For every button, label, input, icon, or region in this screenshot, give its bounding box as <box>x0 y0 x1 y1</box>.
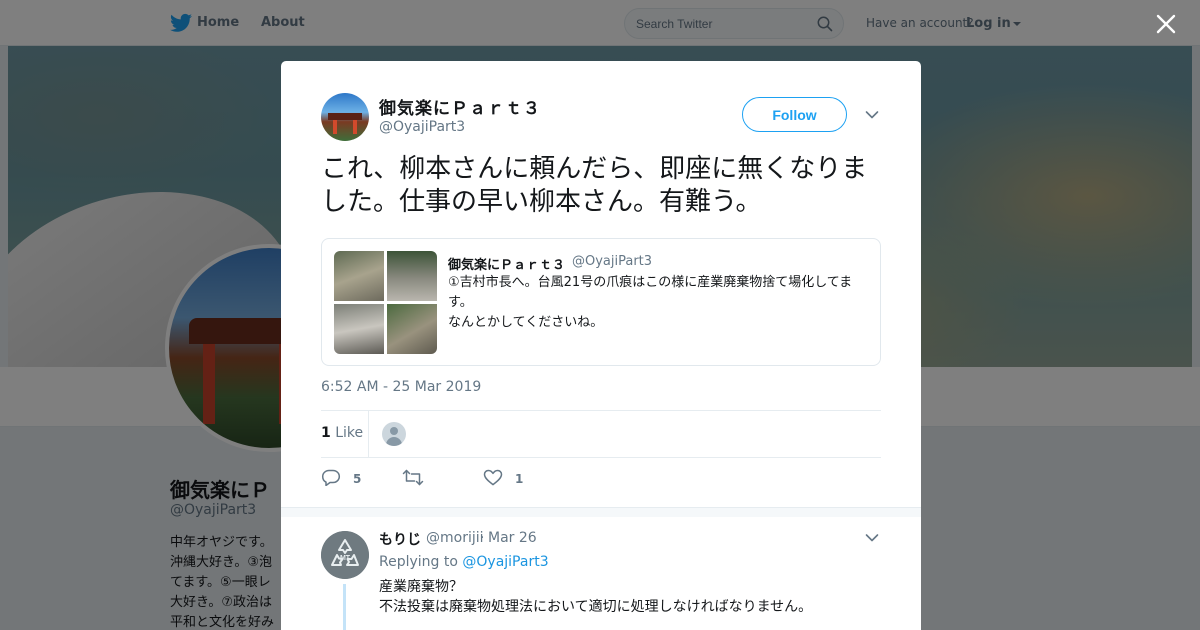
quote-photo[interactable] <box>387 304 437 354</box>
like-label: Like <box>335 425 364 441</box>
quoted-tweet[interactable]: 御気楽にＰａｒｔ３ @OyajiPart3 ①吉村市長へ。台風21号の爪痕はこの… <box>321 238 881 366</box>
quote-text: ①吉村市長へ。台風21号の爪痕はこの様に産業廃棄物捨て場化してます。 なんとかし… <box>448 273 868 333</box>
retweet-icon <box>402 469 424 486</box>
like-action-count: 1 <box>515 472 524 486</box>
reply-separator-dot: · <box>480 530 485 546</box>
reply-count: 5 <box>353 472 362 486</box>
reply-text-line: 産業廃棄物？ <box>379 579 463 595</box>
default-avatar-body <box>386 437 402 446</box>
chevron-down-icon[interactable] <box>865 533 879 543</box>
reply-author-handle[interactable]: @morijii <box>426 530 484 546</box>
quote-text-line: ①吉村市長へ。台風21号の爪痕はこの様に産業廃棄物捨て場化してます。 <box>448 275 853 310</box>
tweet-text: これ、柳本さんに頼んだら、即座に無くなりました。仕事の早い柳本さん。有難う。 <box>321 154 868 217</box>
default-avatar-head <box>390 427 398 435</box>
reply-date[interactable]: Mar 26 <box>488 530 537 546</box>
retweet-action[interactable] <box>402 467 452 487</box>
quote-media-grid[interactable] <box>334 251 437 354</box>
quote-author-name: 御気楽にＰａｒｔ３ <box>448 258 566 273</box>
replying-to-link[interactable]: @OyajiPart3 <box>462 554 548 570</box>
reply-text: 産業廃棄物？ 不法投棄は廃棄物処理法において適切に処理しなければなりません。 <box>379 577 879 617</box>
svg-text:MT: MT <box>340 555 351 562</box>
follow-button[interactable]: Follow <box>742 97 847 132</box>
replies-separator <box>281 507 921 517</box>
tweet-stats: 1 Like <box>321 410 881 458</box>
like-stat[interactable]: 1 Like <box>321 425 363 441</box>
quote-text-line: なんとかしてくださいね。 <box>448 315 604 330</box>
tweet-actions: 5 1 <box>321 467 621 491</box>
reply-author-name[interactable]: もりじ <box>379 529 421 549</box>
avatar-gate-pillar <box>353 120 357 134</box>
quote-photo[interactable] <box>387 251 437 301</box>
close-icon[interactable] <box>1155 13 1177 35</box>
liker-avatar[interactable] <box>382 422 406 446</box>
tweet-timestamp[interactable]: 6:52 AM - 25 Mar 2019 <box>321 379 481 395</box>
recycle-avatar-icon[interactable]: MT <box>321 531 369 579</box>
quote-photo[interactable] <box>334 251 384 301</box>
author-handle[interactable]: @OyajiPart3 <box>379 119 465 135</box>
author-avatar[interactable] <box>321 93 369 141</box>
avatar-gate-pillar <box>333 120 337 134</box>
heart-icon <box>483 469 503 486</box>
tweet-modal: 御気楽にＰａｒｔ３ @OyajiPart3 Follow これ、柳本さんに頼んだ… <box>281 61 921 630</box>
like-action[interactable]: 1 <box>483 467 533 487</box>
quote-photo[interactable] <box>334 304 384 354</box>
like-count: 1 <box>321 425 331 441</box>
author-name[interactable]: 御気楽にＰａｒｔ３ <box>379 94 541 119</box>
thread-line <box>343 584 346 630</box>
quote-author-handle: @OyajiPart3 <box>572 254 653 269</box>
chevron-down-icon[interactable] <box>865 110 879 120</box>
replying-prefix: Replying to <box>379 554 458 570</box>
stat-divider <box>368 411 369 458</box>
reply-text-line: 不法投棄は廃棄物処理法において適切に処理しなければなりません。 <box>379 599 813 615</box>
reply-icon <box>321 469 341 486</box>
reply-action[interactable]: 5 <box>321 467 371 487</box>
avatar-gate-roof <box>328 113 362 120</box>
replying-to: Replying to @OyajiPart3 <box>379 554 549 570</box>
